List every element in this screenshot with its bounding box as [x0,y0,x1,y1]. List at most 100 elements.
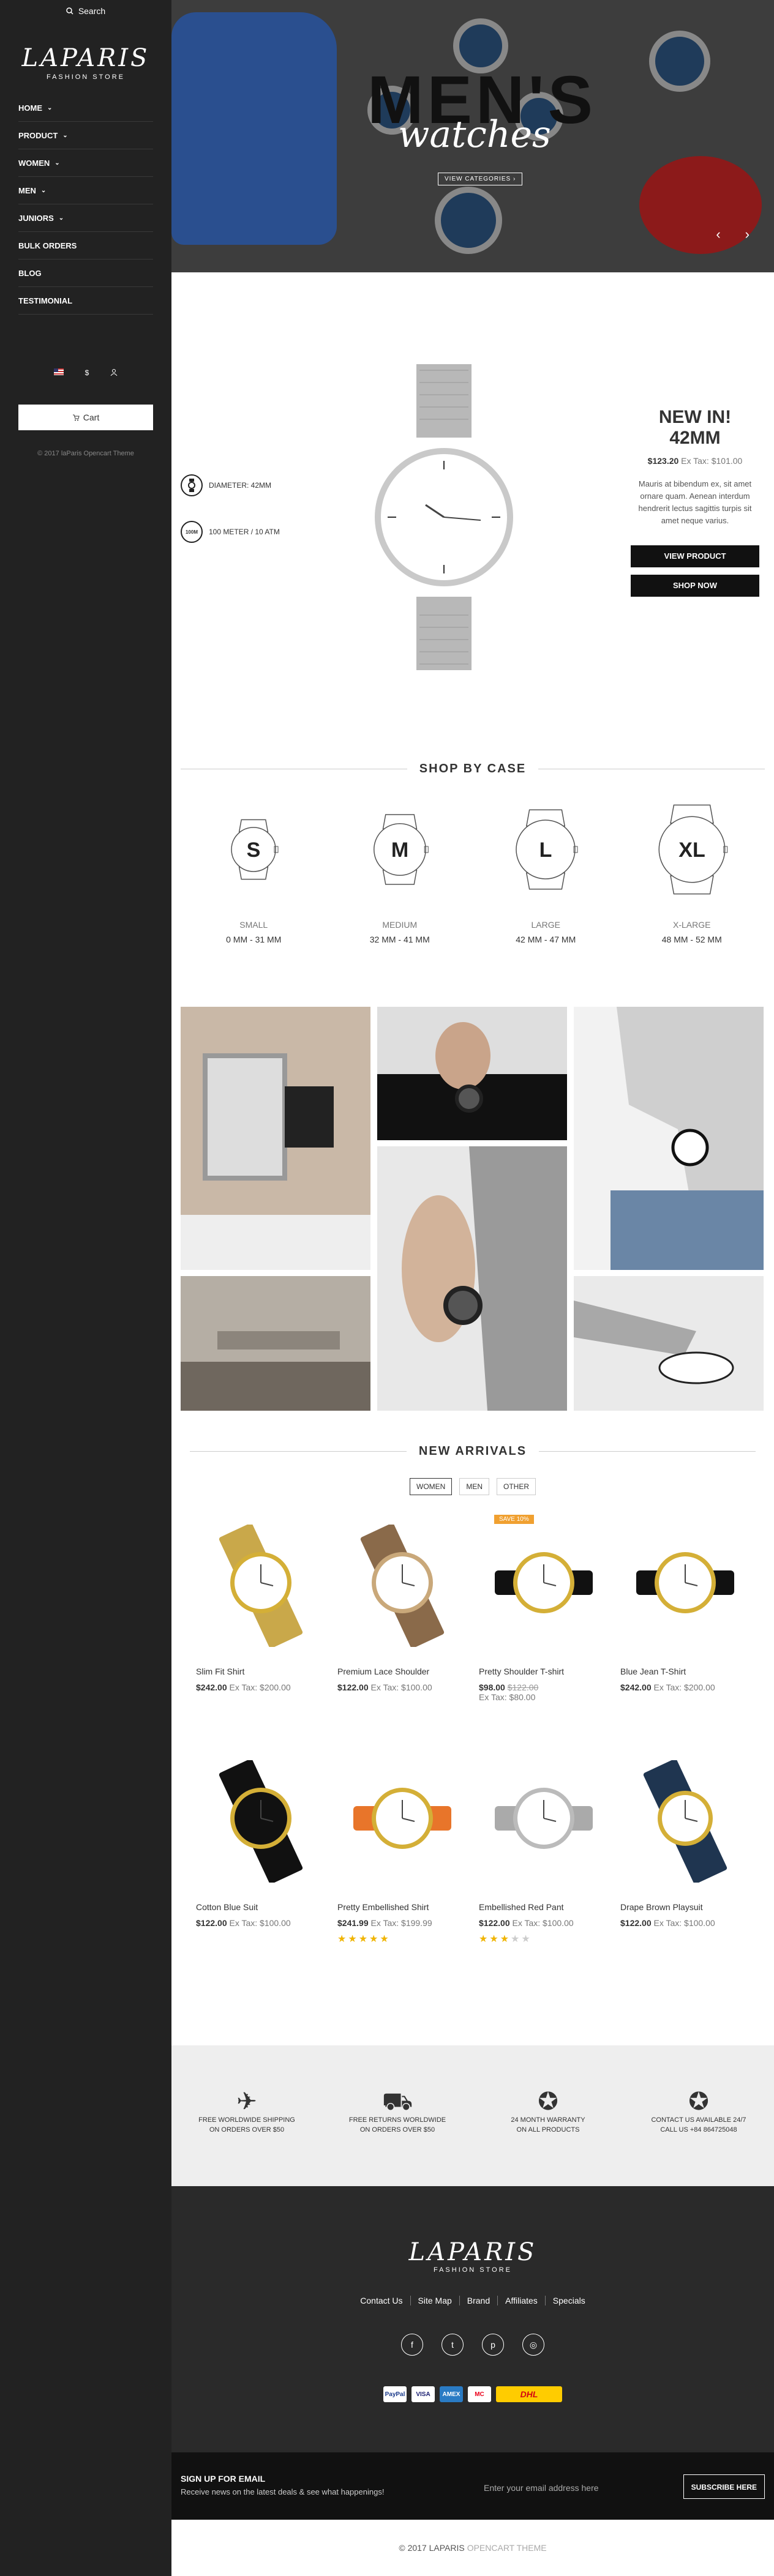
bottom-theme: OPENCART THEME [467,2543,547,2553]
product-name[interactable]: Pretty Embellished Shirt [337,1902,467,1912]
slider-next-arrow[interactable]: › [745,226,750,242]
star-icon: ★ [348,1934,359,1944]
instagram-icon[interactable]: ◎ [522,2334,544,2356]
footer-links: Contact Us Site Map Brand Affiliates Special… [171,2296,774,2305]
product-name[interactable]: Drape Brown Playsuit [620,1902,750,1912]
product-image[interactable] [479,1758,608,1884]
menu-item-label: HOME [18,103,42,113]
featured-price-value: $123.20 [647,456,679,466]
product-image[interactable] [620,1523,750,1648]
product-name[interactable]: Cotton Blue Suit [196,1902,325,1912]
lookbook-gallery [181,1007,764,1411]
product-name[interactable]: Blue Jean T-Shirt [620,1667,750,1676]
search-button[interactable]: Search [0,0,171,22]
menu-item-label: MEN [18,185,36,195]
sidebar: Search LAPARIS FASHION STORE HOME ⌄ PRODUC… [0,0,171,2576]
product-image[interactable] [196,1758,325,1884]
view-product-button[interactable]: VIEW PRODUCT [631,545,759,567]
product-card[interactable]: Embellished Red Pant $122.00 Ex Tax: $100… [473,1743,614,1979]
product-image[interactable] [479,1523,608,1648]
product-card[interactable]: Cotton Blue Suit $122.00 Ex Tax: $100.00 [190,1743,331,1979]
menu-item-bulk-orders[interactable]: BULK ORDERS [18,232,153,259]
currency-icon[interactable]: $ [85,368,89,378]
tab-women[interactable]: WOMEN [410,1478,453,1495]
spec-diameter: DIAMETER: 42MM [181,474,280,496]
gallery-image[interactable] [574,1007,764,1270]
product-card[interactable]: Drape Brown Playsuit $122.00 Ex Tax: $100… [614,1743,756,1979]
footer: LAPARIS FASHION STORE Contact Us Site Map… [171,2186,774,2452]
menu-item-testimonial[interactable]: TESTIMONIAL [18,287,153,315]
gallery-image[interactable] [574,1276,764,1411]
facebook-icon[interactable]: f [401,2334,423,2356]
footer-logo-sub: FASHION STORE [433,2266,513,2274]
star-icon: ★ [479,1934,490,1944]
cart-button[interactable]: Cart [18,405,153,430]
menu-item-label: WOMEN [18,158,50,168]
footer-logo[interactable]: LAPARIS [171,2238,774,2266]
product-name[interactable]: Slim Fit Shirt [196,1667,325,1676]
case-size-large[interactable]: L LARGE 42 MM - 47 MM [473,804,619,944]
service-line2: ON ORDERS OVER $50 [359,2126,435,2134]
product-price: $122.00 Ex Tax: $100.00 [620,1918,750,1928]
product-price-value: $98.00 [479,1682,505,1692]
gallery-image[interactable] [181,1007,370,1270]
spec-list: DIAMETER: 42MM 100M 100 METER / 10 ATM [181,474,280,567]
gallery-image[interactable] [181,1276,370,1411]
account-icon[interactable] [110,368,118,378]
featured-watch-image[interactable] [374,364,514,670]
diameter-icon [181,474,203,496]
gallery-image[interactable] [377,1007,567,1140]
service-item: ⛟ FREE RETURNS WORLDWIDE ON ORDERS OVER $5… [322,2089,473,2135]
product-card[interactable]: SAVE 10% Pretty Shoulder T-shirt $98.00 $1… [473,1507,614,1743]
menu-item-home[interactable]: HOME ⌄ [18,94,153,122]
footer-link-site-map[interactable]: Site Map [411,2296,460,2305]
language-flag-icon[interactable] [53,368,64,378]
menu-item-label: BLOG [18,268,42,278]
menu-item-men[interactable]: MEN ⌄ [18,177,153,204]
product-tax: Ex Tax: $199.99 [370,1918,432,1928]
case-size-medium[interactable]: M MEDIUM 32 MM - 41 MM [327,804,473,944]
subscribe-button[interactable]: SUBSCRIBE HERE [683,2474,765,2499]
product-card[interactable]: Premium Lace Shoulder $122.00 Ex Tax: $10… [331,1507,473,1743]
shop-now-button[interactable]: SHOP NOW [631,575,759,597]
social-links: f t p ◎ [171,2334,774,2356]
menu-item-blog[interactable]: BLOG [18,259,153,287]
cart-icon [72,414,80,421]
product-image[interactable] [337,1758,467,1884]
case-outline-icon: XL [658,804,728,895]
menu-item-juniors[interactable]: JUNIORS ⌄ [18,204,153,232]
product-image[interactable] [196,1523,325,1648]
product-name[interactable]: Embellished Red Pant [479,1902,608,1912]
tab-other[interactable]: OTHER [497,1478,536,1495]
menu-item-product[interactable]: PRODUCT ⌄ [18,122,153,149]
product-card[interactable]: Pretty Embellished Shirt $241.99 Ex Tax: … [331,1743,473,1979]
case-size-list: S SMALL 0 MM - 31 MM M MEDIUM 32 MM - 41 MM L L… [181,804,765,944]
gallery-image[interactable] [377,1146,567,1411]
footer-link-specials[interactable]: Specials [546,2296,593,2305]
star-icon: ★ [337,1934,348,1944]
footer-link-brand[interactable]: Brand [460,2296,498,2305]
twitter-icon[interactable]: t [441,2334,464,2356]
slider-prev-arrow[interactable]: ‹ [716,226,720,242]
footer-link-affiliates[interactable]: Affiliates [498,2296,546,2305]
star-icon: ★ [369,1934,380,1944]
email-input[interactable]: Enter your email address here [484,2483,599,2493]
product-name[interactable]: Pretty Shoulder T-shirt [479,1667,608,1676]
product-image[interactable] [620,1758,750,1884]
case-size-small[interactable]: S SMALL 0 MM - 31 MM [181,804,327,944]
spec-diameter-label: DIAMETER: 42MM [209,481,272,490]
product-card[interactable]: Blue Jean T-Shirt $242.00 Ex Tax: $200.00 [614,1507,756,1743]
tab-men[interactable]: MEN [459,1478,489,1495]
view-categories-button[interactable]: VIEW CATEGORIES › [438,173,523,185]
product-price: $241.99 Ex Tax: $199.99 [337,1918,467,1928]
menu-item-women[interactable]: WOMEN ⌄ [18,149,153,177]
pinterest-icon[interactable]: p [482,2334,504,2356]
footer-link-contact-us[interactable]: Contact Us [353,2296,411,2305]
site-logo[interactable]: LAPARIS FASHION STORE [0,44,171,81]
product-name[interactable]: Premium Lace Shoulder [337,1667,467,1676]
case-size-x-large[interactable]: XL X-LARGE 48 MM - 52 MM [619,804,765,944]
logo-main: LAPARIS [21,44,150,72]
product-card[interactable]: Slim Fit Shirt $242.00 Ex Tax: $200.00 [190,1507,331,1743]
chevron-down-icon: ⌄ [54,159,60,166]
product-image[interactable] [337,1523,467,1648]
